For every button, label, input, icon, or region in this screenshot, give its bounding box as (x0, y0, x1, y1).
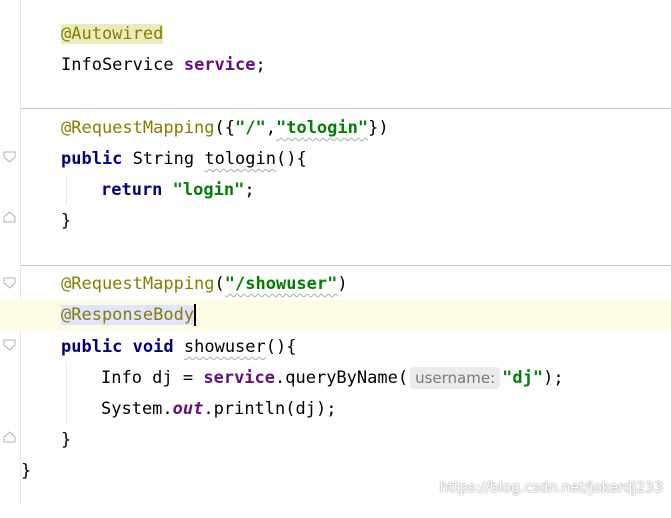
punct: (){ (265, 337, 297, 357)
request-mapping-annotation: @RequestMapping (61, 274, 215, 294)
punct: ); (543, 368, 564, 388)
parameter-hint: username: (410, 367, 501, 389)
code-line[interactable]: public String tologin(){ (0, 144, 671, 175)
semicolon: ; (255, 55, 266, 75)
system-class: System. (101, 399, 173, 419)
response-body-annotation: @ResponseBody (61, 305, 195, 325)
punct: , (265, 118, 276, 138)
method-call: .println(dj); (203, 399, 337, 419)
string-literal: "/" (235, 118, 266, 138)
request-mapping-annotation: @RequestMapping (61, 118, 215, 138)
semicolon: ; (244, 180, 255, 200)
field-reference: service (203, 368, 276, 388)
current-code-line[interactable]: @ResponseBody (0, 300, 671, 331)
keyword-public: public (61, 337, 123, 357)
punct: ( (214, 274, 225, 294)
string-literal: "login" (172, 180, 245, 200)
code-line[interactable]: } (0, 425, 671, 456)
code-line[interactable]: @Autowired (0, 19, 671, 50)
autowired-annotation: @Autowired (61, 24, 164, 44)
method-separator (21, 265, 671, 266)
class-closing-brace: } (21, 461, 32, 481)
string-literal: "tologin" (275, 118, 369, 138)
punct: }) (368, 118, 389, 138)
method-separator (21, 108, 671, 109)
declaration: Info dj = (101, 368, 204, 388)
closing-brace: } (61, 211, 72, 231)
method-name: tologin (204, 149, 276, 169)
punct: ) (337, 274, 348, 294)
code-line[interactable]: return "login"; (0, 175, 671, 206)
method-call: .queryByName( (275, 368, 409, 388)
code-line[interactable]: Info dj = service.queryByName(username: "… (0, 363, 671, 394)
field-name: service (183, 55, 256, 75)
keyword-void: void (132, 337, 174, 357)
code-line[interactable]: public void showuser(){ (0, 332, 671, 363)
code-line[interactable]: @RequestMapping("/showuser") (0, 269, 671, 300)
watermark: https://blog.csdn.net/jokerdj233 (439, 480, 663, 496)
keyword-return: return (101, 180, 163, 200)
string-literal: "dj" (502, 368, 544, 388)
code-line[interactable]: @RequestMapping({"/","tologin"}) (0, 113, 671, 144)
text-caret (194, 304, 197, 326)
method-name: showuser (183, 337, 266, 357)
code-line[interactable]: System.out.println(dj); (0, 394, 671, 425)
string-literal: "/showuser" (224, 274, 338, 294)
closing-brace: } (61, 430, 72, 450)
keyword-public: public (61, 149, 123, 169)
code-line[interactable]: InfoService service; (0, 50, 671, 81)
punct: ({ (214, 118, 236, 138)
static-field-out: out (172, 399, 204, 419)
punct: (){ (276, 149, 307, 169)
field-type: InfoService (61, 55, 174, 75)
return-type: String (132, 149, 195, 169)
code-line[interactable]: } (0, 206, 671, 237)
